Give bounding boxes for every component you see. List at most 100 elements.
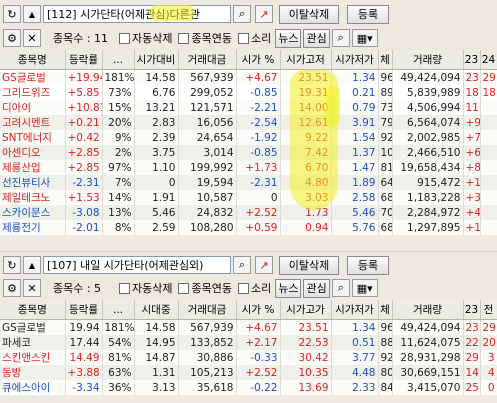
cell-c2 xyxy=(480,175,497,190)
table-row[interactable]: 고려시멘트+0.2120%2.8316,056-2.5412.613.91796… xyxy=(0,115,497,130)
sort-icon[interactable]: ▲ xyxy=(23,256,41,274)
cell-open: 14.58 xyxy=(134,319,179,335)
table-row[interactable]: 동방+3.8863%1.31105,213+2.5210.354.488030,… xyxy=(0,365,497,380)
highlight-mark xyxy=(326,86,340,126)
cell-volume: 19,658,434 xyxy=(392,160,464,175)
close-icon[interactable]: ✕ xyxy=(23,29,41,47)
cell-amount: 108,280 xyxy=(178,220,237,235)
news-button[interactable]: 뉴스 xyxy=(275,278,302,298)
cell-name: 제룡산업 xyxy=(0,160,66,175)
cell-amount: 19,594 xyxy=(178,175,237,190)
gear-icon[interactable]: ⚙ xyxy=(3,29,21,47)
col-open-pct-header: 시가 % xyxy=(236,50,281,70)
cell-name: 제일테크노 xyxy=(0,190,66,205)
table-row[interactable]: 디아이+10.8115%13.21121,571-2.2114.000.7973… xyxy=(0,100,497,115)
col-volume-header: 거래량 xyxy=(392,50,464,70)
stock-link-checkbox[interactable]: 종목연동 xyxy=(178,280,232,296)
cell-rate: +2.85 xyxy=(65,145,103,160)
cell-str: 96 xyxy=(378,69,393,85)
search-icon[interactable]: ⌕ xyxy=(331,29,350,47)
watch-button[interactable]: 관심 xyxy=(303,28,330,48)
cell-c2: 18 xyxy=(480,85,497,100)
cell-amount: 121,571 xyxy=(178,100,237,115)
cell-volume: 5,839,989 xyxy=(392,85,464,100)
table-row[interactable]: 파세코17.4454%14.95133,852+2.1722.530.51881… xyxy=(0,335,497,350)
cell-open_pct: -0.85 xyxy=(236,85,281,100)
cell-name: GS글로벌 xyxy=(0,319,66,335)
sound-checkbox[interactable]: 소리 xyxy=(237,30,271,46)
table-row[interactable]: 제일테크노+1.5314%1.9110,58703.032.58681,183,… xyxy=(0,190,497,205)
watch-button[interactable]: 관심 xyxy=(303,278,330,298)
cell-open: 0 xyxy=(134,175,179,190)
table-row[interactable]: GS글로벌+19.94181%14.58567,939+4.6723.511.3… xyxy=(0,69,497,85)
cell-open_pct: 0 xyxy=(236,190,281,205)
refresh-icon[interactable]: ↻ xyxy=(3,5,21,23)
delete-button[interactable]: 이탈삭제 xyxy=(279,255,339,275)
cell-open: 3.75 xyxy=(134,145,179,160)
table-row[interactable]: 제룡산업+2.8597%1.10199,992+1.736.701.478119… xyxy=(0,160,497,175)
sound-checkbox[interactable]: 소리 xyxy=(237,280,271,296)
condition-select[interactable]: [112] 시가단타(어제관심)다른관 xyxy=(43,5,231,23)
table-row[interactable]: 제룡전기-2.018%2.59108,280+0.590.945.76681,2… xyxy=(0,220,497,235)
cell-open_pct: -2.21 xyxy=(236,100,281,115)
search-icon[interactable]: ⌕ xyxy=(331,279,350,297)
col-strength-header: 체 xyxy=(378,50,393,70)
cell-volume: 915,472 xyxy=(392,175,464,190)
search-icon[interactable]: ⌕ xyxy=(233,5,251,23)
register-button[interactable]: 등록 xyxy=(347,255,389,275)
search-icon[interactable]: ⌕ xyxy=(233,256,251,274)
cell-volume: 30,669,151 xyxy=(392,365,464,380)
table-row[interactable]: 그리드위즈+5.8573%6.76299,052-0.8519.310.2189… xyxy=(0,85,497,100)
cell-volume: 2,466,510 xyxy=(392,145,464,160)
cell-open_pct: -0.85 xyxy=(236,145,281,160)
col-open-header: 시대중 xyxy=(134,300,179,320)
cell-rate: -3.34 xyxy=(65,380,103,395)
register-button[interactable]: 등록 xyxy=(347,4,389,24)
table-row[interactable]: 선진뷰티사-2.317%019,594-2.314.801.8964915,47… xyxy=(0,175,497,190)
bottom-toolbar: ↻ ▲ [107] 내일 시가단타(어제관심외) ⌕ ↗ 이탈삭제 등록 xyxy=(0,253,497,277)
bottom-table: 종목명 등락률... 시대중 거래대금 시가 % 시가고가 시가저가 체 거래량 23 전 GS글로… xyxy=(0,300,497,395)
grid-icon[interactable]: ▦▾ xyxy=(351,279,378,297)
condition-select[interactable]: [107] 내일 시가단타(어제관심외) xyxy=(43,256,231,274)
delete-button[interactable]: 이탈삭제 xyxy=(279,4,339,24)
cell-amount: 3,014 xyxy=(178,145,237,160)
stock-link-checkbox[interactable]: 종목연동 xyxy=(178,30,232,46)
table-row[interactable]: 아센디오+2.852%3.753,014-0.857.421.37102,466… xyxy=(0,145,497,160)
table-row[interactable]: 스카이문스-3.0813%5.4624,832+2.521.735.46702,… xyxy=(0,205,497,220)
cell-volume: 2,002,985 xyxy=(392,130,464,145)
cell-open: 13.21 xyxy=(134,100,179,115)
col-c1-header: 23 xyxy=(463,50,481,70)
cell-open_pct: -0.22 xyxy=(236,380,281,395)
cell-c2 xyxy=(480,130,497,145)
cell-low: 4.48 xyxy=(331,365,379,380)
auto-delete-checkbox[interactable]: 자동삭제 xyxy=(119,30,172,46)
sort-icon[interactable]: ▲ xyxy=(23,5,41,23)
refresh-icon[interactable]: ↻ xyxy=(3,256,21,274)
cell-name: 아센디오 xyxy=(0,145,66,160)
news-button[interactable]: 뉴스 xyxy=(275,28,302,48)
cell-c1: +1 xyxy=(463,220,481,235)
chart-icon[interactable]: ↗ xyxy=(255,5,273,23)
top-toolbar: ↻ ▲ [112] 시가단타(어제관심)다른관 ⌕ ↗ 이탈삭제 등록 xyxy=(0,2,497,26)
cell-open: 14.95 xyxy=(134,335,179,350)
table-row[interactable]: SNT에너지+0.429%2.3924,654-1.929.221.54922,… xyxy=(0,130,497,145)
stock-count: 종목수 : 11 xyxy=(53,32,109,45)
cell-amount: 105,213 xyxy=(178,365,237,380)
col-low-header: 시가저가 xyxy=(331,300,379,320)
auto-delete-checkbox[interactable]: 자동삭제 xyxy=(119,280,172,296)
cell-c1: 22 xyxy=(463,335,481,350)
cell-amount: 24,654 xyxy=(178,130,237,145)
grid-icon[interactable]: ▦▾ xyxy=(351,29,378,47)
table-row[interactable]: 큐에스아이-3.3436%3.1335,618-0.2213.692.33843… xyxy=(0,380,497,395)
gear-icon[interactable]: ⚙ xyxy=(3,279,21,297)
stock-count: 종목수 : 5 xyxy=(53,282,102,295)
cell-name: 스카이문스 xyxy=(0,205,66,220)
cell-volume: 4,506,994 xyxy=(392,100,464,115)
close-icon[interactable]: ✕ xyxy=(23,279,41,297)
table-row[interactable]: 스킨앤스킨 14.49 81% 14.87 30,886 -0.33 30.42 3.77 9 2… xyxy=(0,350,497,365)
cell-str: 92 xyxy=(378,130,393,145)
chart-icon[interactable]: ↗ xyxy=(255,256,273,274)
cell-volume: 49,424,094 xyxy=(392,69,464,85)
cell-pct: 73% xyxy=(102,85,135,100)
table-row[interactable]: GS글로벌 19.94 181% 14.58 567,939 +4.67 23.51 1.34… xyxy=(0,319,497,335)
